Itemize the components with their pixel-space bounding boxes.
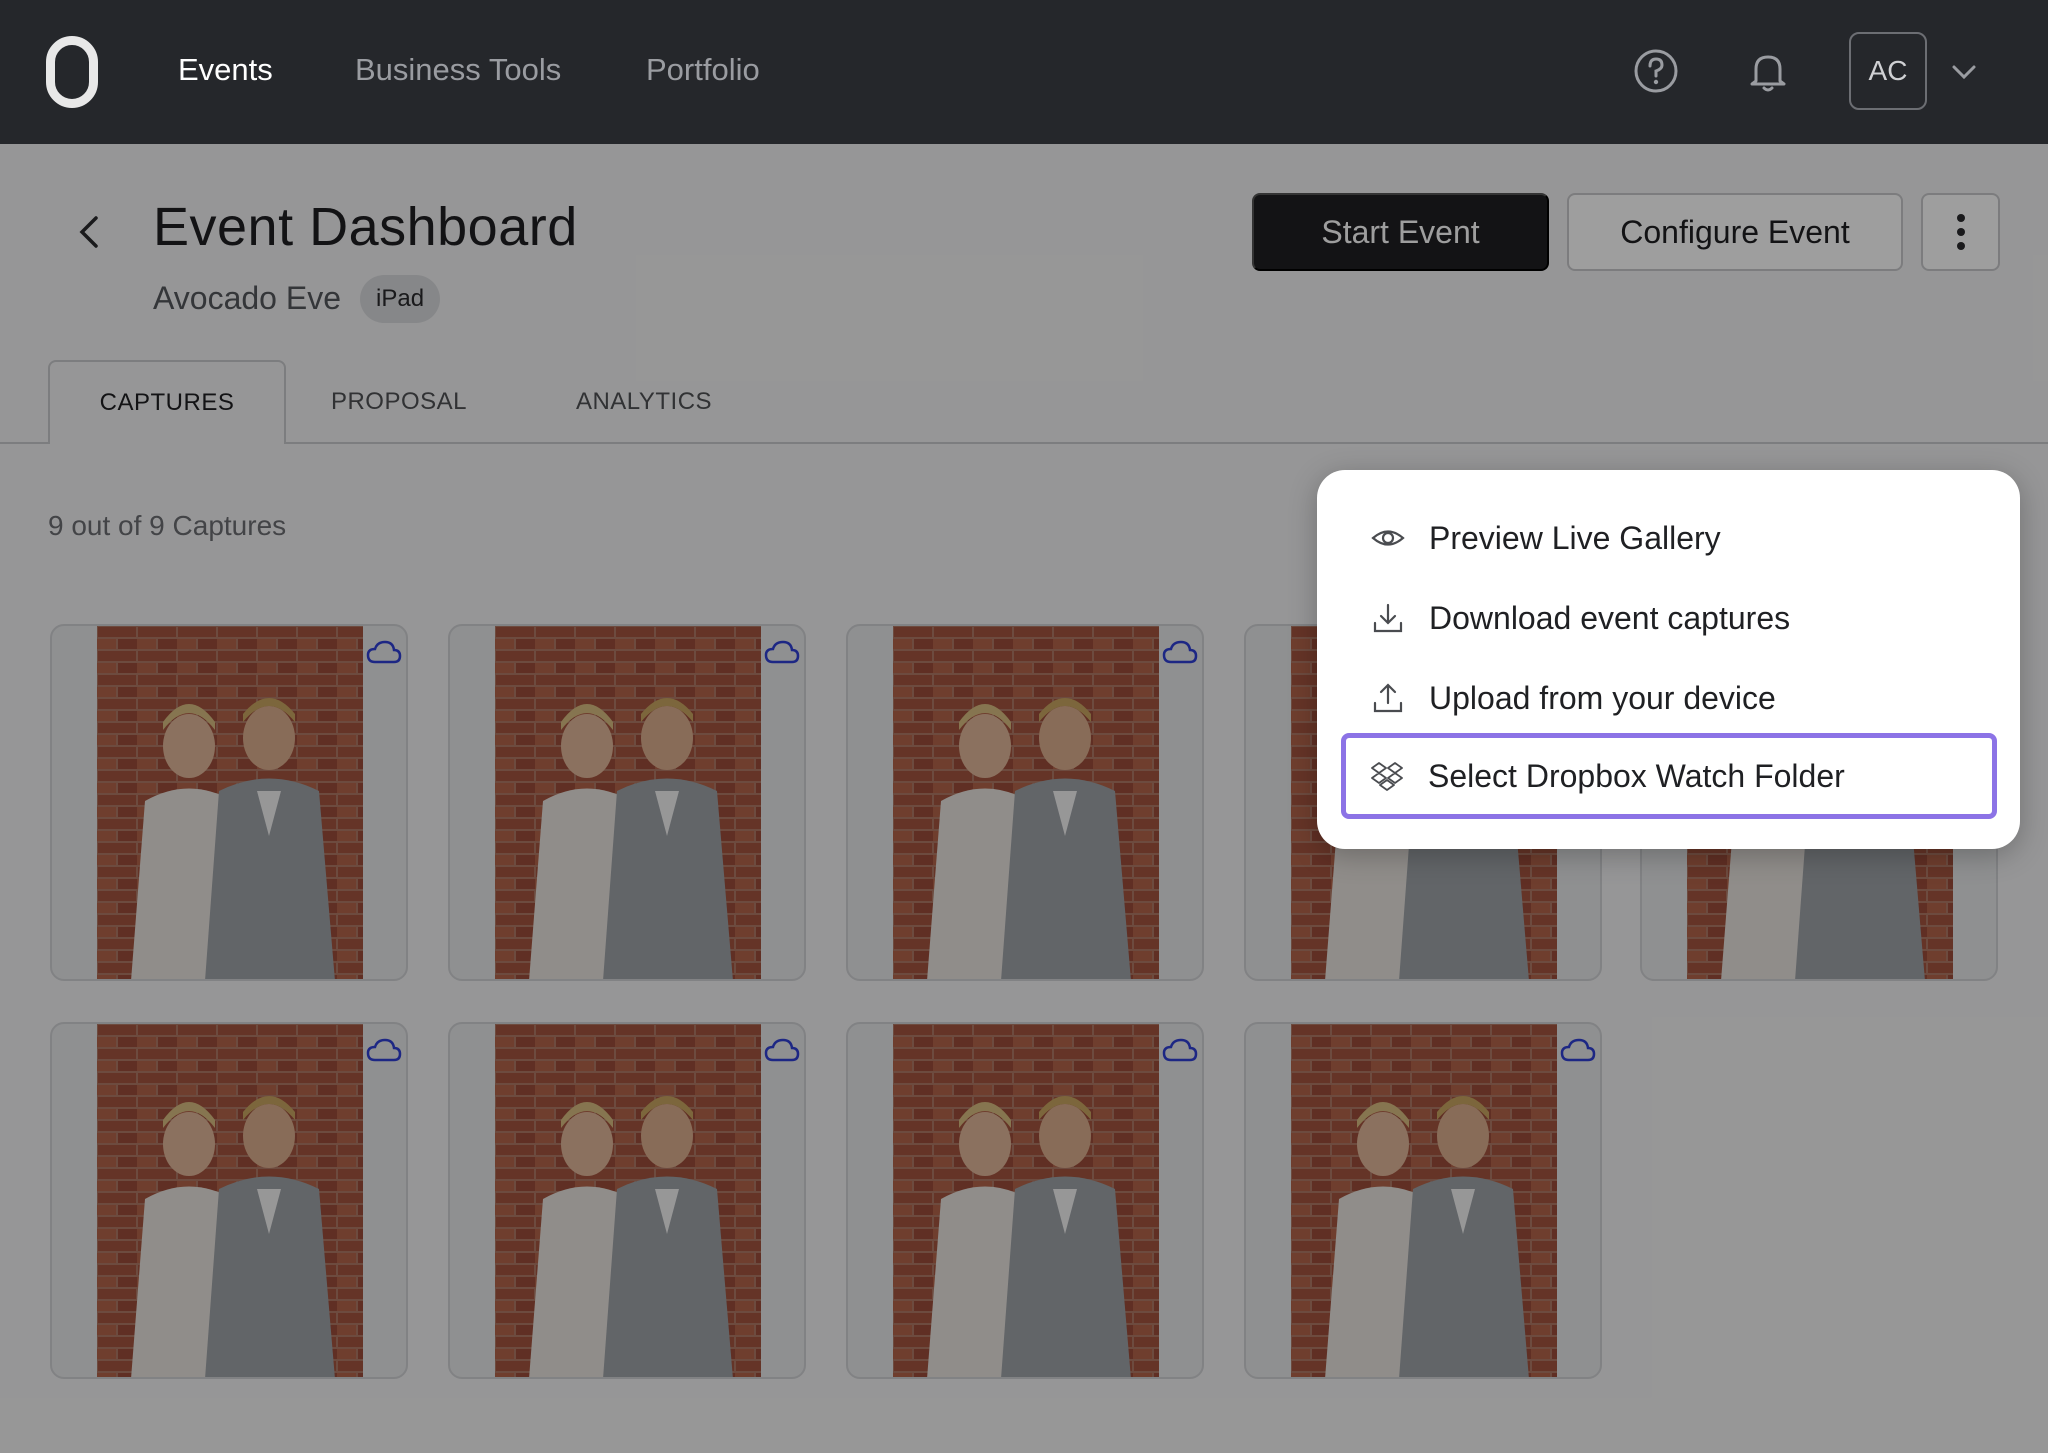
- logo-icon[interactable]: [46, 36, 98, 108]
- avatar-initials: AC: [1868, 55, 1908, 86]
- menu-item-label: Upload from your device: [1429, 679, 1776, 716]
- avatar[interactable]: AC: [1849, 32, 1927, 110]
- nav-link-business-tools[interactable]: Business Tools: [355, 52, 561, 88]
- menu-item-preview-live-gallery[interactable]: Preview Live Gallery: [1347, 498, 1993, 578]
- download-icon: [1373, 603, 1403, 633]
- upload-icon: [1373, 683, 1403, 713]
- help-icon[interactable]: [1632, 47, 1680, 95]
- nav-link-events[interactable]: Events: [178, 52, 273, 88]
- nav-link-portfolio[interactable]: Portfolio: [646, 52, 760, 88]
- dropbox-icon: [1371, 762, 1403, 791]
- menu-item-select-dropbox-watch-folder[interactable]: Select Dropbox Watch Folder: [1341, 733, 1997, 819]
- top-navbar: Events Business Tools Portfolio AC: [0, 0, 2048, 144]
- more-options-menu: Preview Live Gallery Download event capt…: [1317, 470, 2020, 849]
- menu-item-label: Preview Live Gallery: [1429, 519, 1721, 556]
- menu-item-label: Download event captures: [1429, 599, 1791, 636]
- menu-item-download-event-captures[interactable]: Download event captures: [1347, 578, 1993, 658]
- menu-item-upload-from-device[interactable]: Upload from your device: [1347, 658, 1993, 738]
- bell-icon[interactable]: [1744, 47, 1792, 95]
- eye-icon: [1371, 530, 1405, 546]
- menu-item-label: Select Dropbox Watch Folder: [1428, 757, 1845, 794]
- chevron-down-icon[interactable]: [1950, 58, 1978, 86]
